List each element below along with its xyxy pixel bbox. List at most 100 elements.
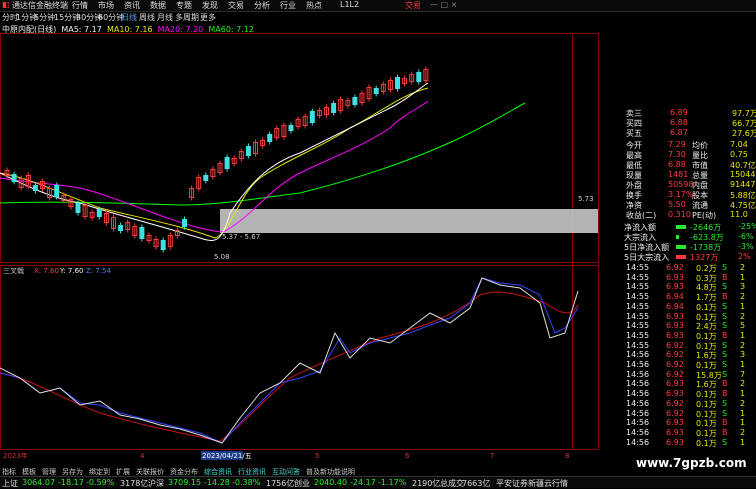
candle-body — [75, 203, 81, 213]
tick-time: 14:55 — [626, 272, 650, 282]
menu-item-trade[interactable]: 交易 — [228, 0, 244, 11]
period-multi[interactable]: 多周期 — [175, 12, 199, 23]
period-weekly[interactable]: 周线 — [139, 12, 155, 23]
status-extra: 总成交 — [440, 479, 464, 488]
tick-count: 7 — [740, 369, 746, 379]
tick-price: 6.93 — [666, 311, 684, 321]
tick-time: 14:56 — [626, 379, 650, 389]
quote-value: 91447 — [730, 180, 756, 189]
tick-volume: 1.6万 — [696, 380, 717, 390]
index-pct: -0.38% — [232, 478, 261, 487]
tick-direction: S — [722, 350, 728, 360]
tick-volume: 0.1万 — [696, 361, 717, 370]
tick-price: 6.92 — [666, 263, 684, 272]
menu-item-quotes[interactable]: 行情 — [72, 0, 88, 11]
index-name[interactable]: 上证 — [2, 478, 18, 489]
period-5min[interactable]: 5分钟 — [34, 12, 55, 23]
tick-price: 6.93 — [666, 389, 684, 399]
tick-price: 6.92 — [666, 340, 684, 350]
candle-body — [395, 77, 400, 89]
menu-item-news[interactable]: 资讯 — [124, 0, 140, 11]
candle-body — [32, 185, 38, 191]
quote-label: 流通 — [692, 201, 708, 210]
menu-item-topics[interactable]: 专题 — [176, 0, 192, 11]
tick-price: 6.93 — [666, 321, 684, 331]
index-amt: 3178亿 — [120, 479, 149, 488]
tick-direction: S — [722, 340, 728, 350]
index-pct: -1.17% — [378, 478, 407, 487]
quote-value: 7.04 — [730, 140, 748, 149]
candle-body — [288, 125, 294, 131]
candle-body — [245, 146, 251, 156]
tick-count: 2 — [740, 379, 746, 389]
tick-volume: 0.2万 — [696, 264, 717, 273]
index-name[interactable]: 沪深 — [148, 478, 164, 489]
tick-price: 6.92 — [666, 360, 684, 369]
order-book-volume: 66.7万 — [732, 119, 756, 128]
quote-value: 150445 — [730, 170, 756, 179]
marker-annotation: 5.73 — [578, 195, 594, 203]
candle-body — [331, 103, 337, 113]
quote-value: 5.88亿 — [730, 191, 756, 200]
candle-body — [352, 97, 358, 105]
flow-label: 5日净流入额 — [624, 243, 670, 252]
quote-label: 市值 — [692, 161, 708, 170]
quote-value: 6.88 — [668, 160, 686, 169]
candle-body — [309, 111, 315, 123]
kline-chart-area[interactable]: 5.37 - 5.67 5.08 5.73 6.856.656.406.206.… — [0, 33, 600, 466]
tick-volume: 0.1万 — [696, 312, 717, 322]
quote-value: 5.50 — [668, 200, 686, 209]
flow-bar — [676, 245, 686, 249]
tick-count: 1 — [740, 408, 746, 418]
order-book-price: 6.89 — [670, 108, 688, 117]
tick-volume: 0.1万 — [696, 409, 717, 419]
flow-bar — [676, 255, 686, 259]
menu-item-analysis[interactable]: 分析 — [254, 0, 270, 11]
tick-count: 2 — [740, 340, 746, 350]
index-pct: -0.59% — [86, 478, 115, 487]
quote-value: 0.310 — [668, 210, 691, 219]
order-book-volume: 27.6万 — [732, 129, 756, 138]
index-name[interactable]: 创业 — [294, 478, 310, 489]
tick-price: 6.93 — [666, 437, 684, 447]
menu-item-discover[interactable]: 发现 — [202, 0, 218, 11]
tick-direction: S — [722, 263, 728, 272]
tick-volume: 1.6万 — [696, 351, 717, 361]
tick-time: 14:55 — [626, 263, 650, 272]
tick-volume: 0.1万 — [696, 390, 717, 400]
quote-value: 40.7亿 — [730, 161, 756, 170]
period-daily[interactable]: 日线 — [121, 12, 137, 23]
index-value: 3064.07 — [22, 478, 56, 487]
tick-price: 6.92 — [666, 398, 684, 408]
tick-time: 14:56 — [626, 437, 650, 447]
x-axis-year: 2023年 — [3, 451, 28, 460]
menu-item-l1l2[interactable]: L1L2 — [340, 0, 359, 9]
index-value: 2040.40 — [314, 478, 348, 487]
menu-item-data[interactable]: 数据 — [150, 0, 166, 11]
quote-label: 今开 — [626, 141, 642, 150]
trade-button[interactable]: 交易 — [405, 0, 421, 11]
quote-value: 0.75 — [730, 150, 748, 159]
menu-item-market[interactable]: 市场 — [98, 0, 114, 11]
quote-value: 7.29 — [668, 140, 686, 149]
period-monthly[interactable]: 月线 — [157, 12, 173, 23]
window-controls[interactable]: — □ × — [430, 0, 457, 9]
index-value: 3709.15 — [168, 478, 202, 487]
tick-direction: S — [722, 311, 728, 321]
candle-body — [373, 88, 379, 94]
quote-label: PE(动) — [692, 211, 717, 220]
tick-direction: B — [722, 389, 728, 399]
candle-body — [96, 209, 102, 217]
tick-count: 1 — [740, 301, 746, 311]
tick-price: 6.92 — [666, 369, 684, 379]
quote-label: 现量 — [626, 171, 642, 180]
candle-body — [224, 157, 230, 169]
flow-pct: -25% — [738, 222, 756, 231]
tick-volume: 0.1万 — [696, 399, 717, 409]
quote-label: 换手 — [626, 191, 642, 200]
menu-item-industry[interactable]: 行业 — [280, 0, 296, 11]
tick-time: 14:55 — [626, 292, 650, 302]
menu-item-hot[interactable]: 热点 — [306, 0, 322, 11]
period-more[interactable]: 更多 — [200, 12, 216, 23]
flow-value: 1327万 — [690, 253, 719, 262]
